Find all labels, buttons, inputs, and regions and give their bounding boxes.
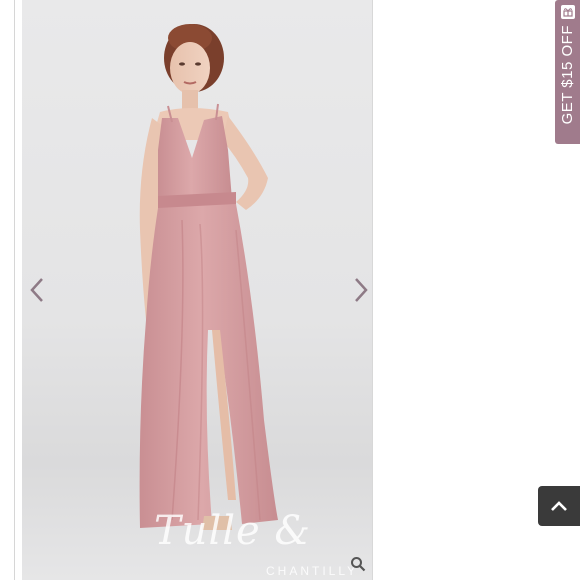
page-left-border [0, 0, 23, 580]
chevron-up-icon [551, 501, 567, 511]
product-image-gallery[interactable]: Tulle & CHANTILLY [22, 0, 373, 580]
previous-image-button[interactable] [22, 272, 52, 308]
discount-promo-tab[interactable]: GET $15 OFF [555, 0, 580, 144]
product-photo [139, 24, 278, 530]
scroll-to-top-button[interactable] [538, 486, 580, 526]
chevron-left-icon [30, 278, 43, 302]
chevron-right-icon [355, 278, 368, 302]
brand-watermark: Tulle & CHANTILLY [154, 508, 372, 580]
next-image-button[interactable] [346, 272, 372, 308]
gift-icon [560, 5, 575, 19]
zoom-button[interactable] [350, 556, 366, 572]
watermark-brand-text: CHANTILLY [266, 564, 359, 578]
watermark-script-text: Tulle & [154, 508, 312, 554]
promo-label: GET $15 OFF [559, 25, 576, 125]
magnifier-icon [351, 557, 366, 572]
